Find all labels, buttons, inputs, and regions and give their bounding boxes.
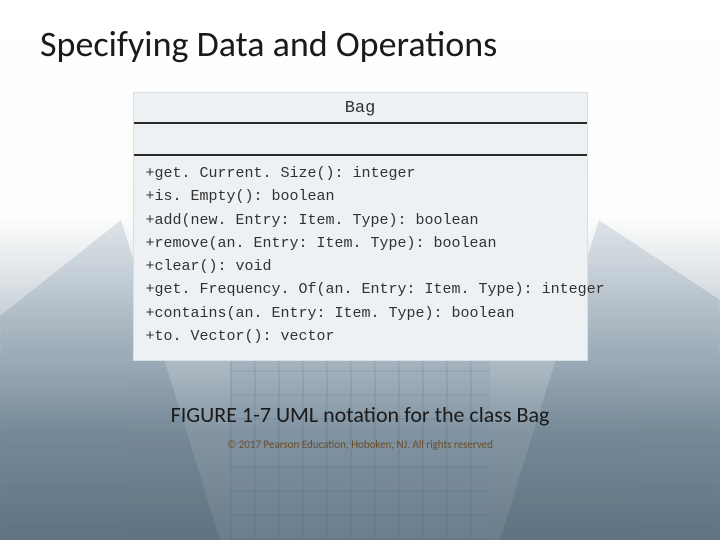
uml-operation: +clear(): void: [146, 255, 577, 278]
uml-operation: +is. Empty(): boolean: [146, 185, 577, 208]
uml-operations-section: +get. Current. Size(): integer +is. Empt…: [134, 156, 587, 360]
uml-operation: +remove(an. Entry: Item. Type): boolean: [146, 232, 577, 255]
uml-class-name: Bag: [134, 93, 587, 122]
slide: Specifying Data and Operations Bag +get.…: [0, 0, 720, 540]
figure-caption: FIGURE 1-7 UML notation for the class Ba…: [40, 401, 680, 428]
uml-operation: +contains(an. Entry: Item. Type): boolea…: [146, 302, 577, 325]
uml-operation: +get. Current. Size(): integer: [146, 162, 577, 185]
slide-title: Specifying Data and Operations: [40, 22, 680, 66]
copyright-text: © 2017 Pearson Education, Hoboken, NJ. A…: [40, 438, 680, 451]
uml-class-box: Bag +get. Current. Size(): integer +is. …: [133, 92, 588, 361]
uml-operation: +add(new. Entry: Item. Type): boolean: [146, 209, 577, 232]
uml-operation: +to. Vector(): vector: [146, 325, 577, 348]
uml-attributes-section: [134, 122, 587, 156]
uml-operation: +get. Frequency. Of(an. Entry: Item. Typ…: [146, 278, 577, 301]
